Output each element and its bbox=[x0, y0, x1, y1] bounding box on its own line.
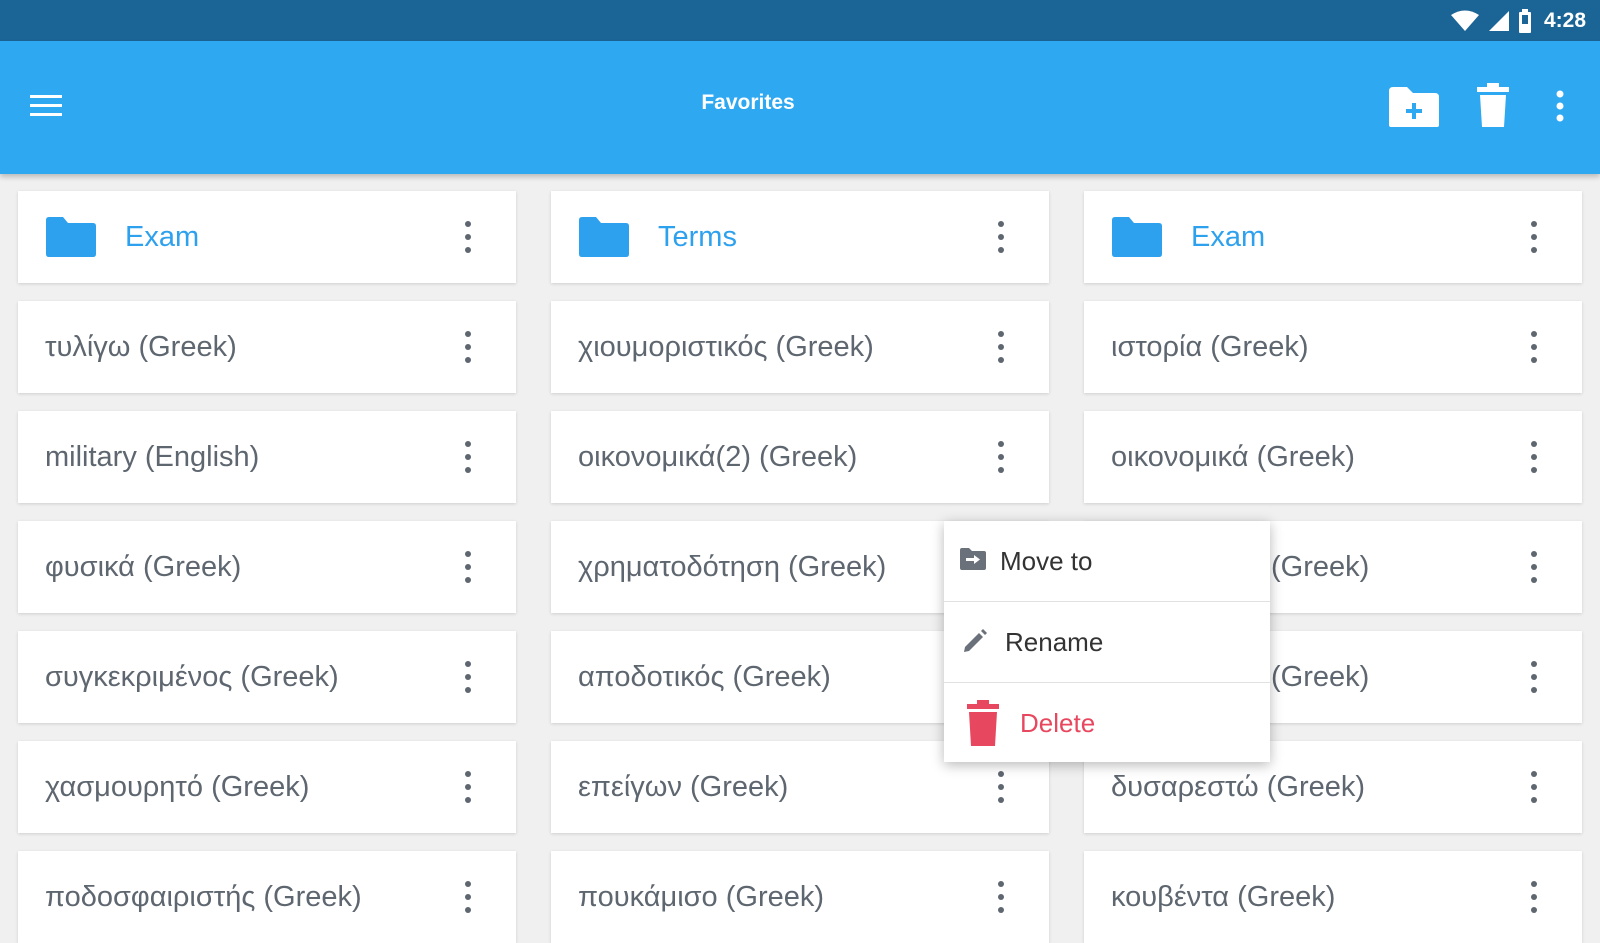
word-card[interactable]: οικονομικά(2) (Greek) bbox=[551, 411, 1049, 503]
move-to-menu-item[interactable]: Move to bbox=[944, 521, 1270, 601]
folder-label: Exam bbox=[1191, 221, 1266, 253]
word-label: συγκεκριμένος (Greek) bbox=[45, 661, 339, 693]
word-label: χρηματοδότηση (Greek) bbox=[578, 551, 887, 583]
word-card[interactable]: οικονομικά (Greek) bbox=[1084, 411, 1582, 503]
page-title: Favorites bbox=[701, 91, 795, 114]
folder-label: Exam bbox=[125, 221, 200, 253]
item-more-icon[interactable] bbox=[991, 438, 1011, 476]
folder-card[interactable]: Exam bbox=[1084, 191, 1582, 283]
cell-signal-icon bbox=[1488, 11, 1509, 31]
move-to-label: Move to bbox=[1000, 546, 1093, 576]
item-more-icon[interactable] bbox=[1524, 328, 1544, 366]
folder-icon bbox=[579, 217, 629, 257]
word-label: οικονομικά (Greek) bbox=[1111, 441, 1355, 473]
folder-icon bbox=[1112, 217, 1162, 257]
word-label: ποδοσφαιριστής (Greek) bbox=[45, 881, 362, 913]
item-more-icon[interactable] bbox=[1524, 438, 1544, 476]
app-bar: Favorites bbox=[0, 41, 1600, 174]
word-label: φυσικά (Greek) bbox=[45, 551, 242, 583]
word-card[interactable]: πουκάμισο (Greek) bbox=[551, 851, 1049, 943]
word-card[interactable]: military (English) bbox=[18, 411, 516, 503]
word-label: οικονομικά(2) (Greek) bbox=[578, 441, 858, 473]
item-more-icon[interactable] bbox=[458, 438, 478, 476]
word-label: τυλίγω (Greek) bbox=[45, 331, 237, 363]
item-more-icon[interactable] bbox=[991, 328, 1011, 366]
word-label: (Greek) bbox=[1271, 661, 1370, 693]
item-more-icon[interactable] bbox=[1524, 658, 1544, 696]
folder-card[interactable]: Terms bbox=[551, 191, 1049, 283]
word-card[interactable]: ιστορία (Greek) bbox=[1084, 301, 1582, 393]
trash-icon[interactable] bbox=[1476, 83, 1510, 132]
word-label: χιουμοριστικός (Greek) bbox=[578, 331, 874, 363]
delete-label: Delete bbox=[1020, 708, 1096, 738]
pencil-icon bbox=[964, 629, 987, 652]
status-time: 4:28 bbox=[1543, 9, 1586, 32]
word-card[interactable]: χιουμοριστικός (Greek) bbox=[551, 301, 1049, 393]
word-label: επείγων (Greek) bbox=[578, 771, 789, 803]
word-label: ιστορία (Greek) bbox=[1111, 331, 1309, 363]
word-label: κουβέντα (Greek) bbox=[1111, 881, 1336, 913]
word-label: military (English) bbox=[45, 441, 260, 473]
wifi-icon bbox=[1450, 10, 1479, 31]
more-vert-icon[interactable] bbox=[1555, 90, 1565, 127]
item-more-icon[interactable] bbox=[458, 328, 478, 366]
item-more-icon[interactable] bbox=[458, 218, 478, 256]
word-label: (Greek) bbox=[1271, 551, 1370, 583]
folder-card[interactable]: Exam bbox=[18, 191, 516, 283]
word-card[interactable]: ποδοσφαιριστής (Greek) bbox=[18, 851, 516, 943]
word-card[interactable]: συγκεκριμένος (Greek) bbox=[18, 631, 516, 723]
word-label: χασμουρητό (Greek) bbox=[45, 771, 310, 803]
item-more-icon[interactable] bbox=[458, 548, 478, 586]
item-more-icon[interactable] bbox=[1524, 218, 1544, 256]
rename-menu-item[interactable]: Rename bbox=[944, 602, 1270, 682]
item-more-icon[interactable] bbox=[991, 878, 1011, 916]
word-card[interactable]: τυλίγω (Greek) bbox=[18, 301, 516, 393]
folder-label: Terms bbox=[658, 221, 737, 253]
item-more-icon[interactable] bbox=[458, 768, 478, 806]
rename-label: Rename bbox=[1005, 627, 1104, 657]
delete-menu-item[interactable]: Delete bbox=[944, 683, 1270, 763]
delete-trash-icon bbox=[967, 700, 999, 746]
word-label: αποδοτικός (Greek) bbox=[578, 661, 831, 693]
item-more-icon[interactable] bbox=[458, 658, 478, 696]
battery-icon bbox=[1518, 9, 1531, 33]
move-to-folder-icon bbox=[960, 548, 986, 570]
item-more-icon[interactable] bbox=[1524, 878, 1544, 916]
word-card[interactable]: φυσικά (Greek) bbox=[18, 521, 516, 613]
status-bar: 4:28 bbox=[0, 0, 1600, 41]
item-more-icon[interactable] bbox=[1524, 768, 1544, 806]
item-more-icon[interactable] bbox=[1524, 548, 1544, 586]
word-card[interactable]: κουβέντα (Greek) bbox=[1084, 851, 1582, 943]
word-card[interactable]: χασμουρητό (Greek) bbox=[18, 741, 516, 833]
new-folder-icon[interactable] bbox=[1387, 85, 1441, 134]
item-more-icon[interactable] bbox=[991, 768, 1011, 806]
favorites-grid: Exam τυλίγω (Greek) military (English) φ… bbox=[0, 174, 1600, 943]
item-more-icon[interactable] bbox=[991, 218, 1011, 256]
status-icons: 4:28 bbox=[1450, 8, 1586, 34]
word-label: πουκάμισο (Greek) bbox=[578, 881, 825, 913]
context-menu: Move to Rename Delete bbox=[944, 521, 1270, 762]
folder-icon bbox=[46, 217, 96, 257]
item-more-icon[interactable] bbox=[458, 878, 478, 916]
